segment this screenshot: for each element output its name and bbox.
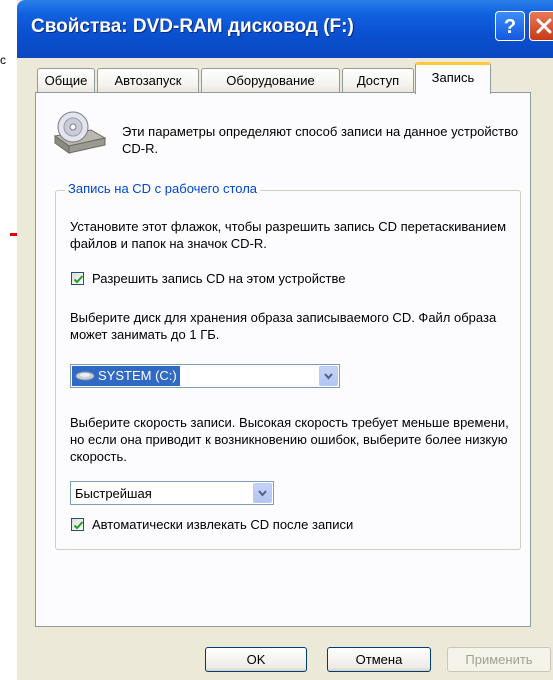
tab-hardware[interactable]: Оборудование <box>201 68 340 92</box>
image-disk-text: SYSTEM (C:) <box>98 368 177 383</box>
auto-eject-label[interactable]: Автоматически извлекать CD после записи <box>92 516 353 533</box>
hard-drive-icon <box>75 371 95 381</box>
disk-description: Выберите диск для хранения образа записы… <box>70 310 497 342</box>
intro-text: Эти параметры определяют способ записи н… <box>122 124 519 156</box>
cd-drive-icon <box>53 111 107 154</box>
auto-eject-checkbox[interactable] <box>71 518 84 531</box>
chevron-down-icon <box>258 490 267 497</box>
speed-dropdown-button[interactable] <box>253 483 272 503</box>
tab-autorun[interactable]: Автозапуск <box>97 68 199 92</box>
image-disk-value: SYSTEM (C:) <box>72 366 180 386</box>
tab-sharing[interactable]: Доступ <box>342 68 414 92</box>
title-bar[interactable]: Свойства: DVD-RAM дисковод (F:) ? <box>17 0 553 58</box>
close-icon <box>536 18 552 34</box>
tab-recording[interactable]: Запись <box>415 62 491 94</box>
speed-description: Выберите скорость записи. Высокая скорос… <box>70 415 509 464</box>
group-label: Запись на CD с рабочего стола <box>65 181 261 196</box>
image-disk-select[interactable]: SYSTEM (C:) <box>70 364 340 388</box>
properties-dialog: Свойства: DVD-RAM дисковод (F:) ? Общие … <box>17 0 553 680</box>
apply-button[interactable]: Применить <box>447 647 551 672</box>
enable-recording-checkbox[interactable] <box>71 272 84 285</box>
stray-text: c <box>0 53 6 67</box>
speed-select[interactable]: Быстрейшая <box>70 481 274 505</box>
window-title: Свойства: DVD-RAM дисковод (F:) <box>31 16 354 37</box>
speed-select-value: Быстрейшая <box>75 486 152 501</box>
tab-general[interactable]: Общие <box>37 68 95 92</box>
ok-button[interactable]: OK <box>205 647 307 672</box>
chevron-down-icon <box>324 373 333 380</box>
enable-recording-label[interactable]: Разрешить запись CD на этом устройстве <box>92 270 345 287</box>
image-disk-dropdown-button[interactable] <box>319 366 338 386</box>
group-description: Установите этот флажок, чтобы разрешить … <box>70 219 507 251</box>
help-button[interactable]: ? <box>495 11 525 41</box>
cancel-button[interactable]: Отмена <box>327 647 431 672</box>
close-button[interactable] <box>529 11 553 41</box>
checkmark-icon <box>73 521 84 530</box>
checkmark-icon <box>73 275 84 284</box>
